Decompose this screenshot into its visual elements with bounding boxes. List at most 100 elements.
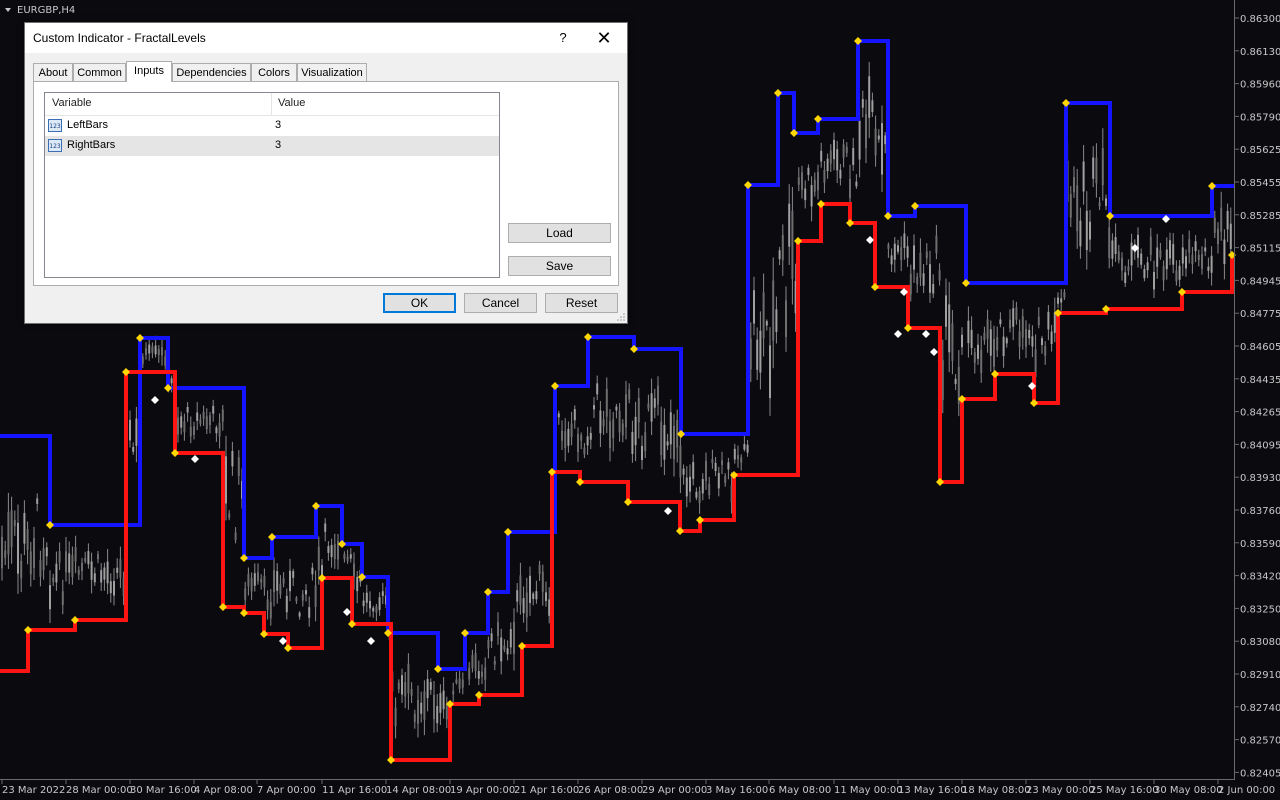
candle-body bbox=[877, 135, 880, 140]
candle-body bbox=[628, 389, 631, 400]
candle-body bbox=[212, 405, 215, 414]
fractal-marker bbox=[1062, 99, 1070, 107]
candle-body bbox=[913, 245, 915, 270]
save-button[interactable]: Save bbox=[508, 256, 611, 276]
variable-value[interactable]: 3 bbox=[275, 139, 281, 151]
candle-body bbox=[77, 569, 80, 575]
candle-body bbox=[756, 339, 759, 370]
table-row[interactable]: 123 LeftBars 3 bbox=[45, 116, 499, 136]
candle-body bbox=[17, 522, 19, 574]
candle-body bbox=[378, 597, 381, 610]
candle-body bbox=[919, 252, 922, 278]
candle-body bbox=[1069, 194, 1072, 218]
candle-body bbox=[852, 148, 855, 165]
fractal-marker bbox=[894, 330, 902, 338]
tab-colors[interactable]: Colors bbox=[251, 63, 297, 81]
candle-body bbox=[746, 444, 749, 453]
reset-button[interactable]: Reset bbox=[545, 293, 618, 313]
candle-body bbox=[996, 337, 999, 351]
fractal-marker bbox=[151, 396, 159, 404]
load-button[interactable]: Load bbox=[508, 223, 611, 243]
candle-body bbox=[452, 690, 455, 695]
fractal-marker bbox=[774, 89, 782, 97]
candle-body bbox=[477, 671, 480, 679]
help-icon[interactable]: ? bbox=[553, 27, 573, 49]
inputs-table[interactable]: Variable Value 123 LeftBars 3 123 RightB… bbox=[44, 92, 500, 278]
tab-dependencies[interactable]: Dependencies bbox=[172, 63, 251, 81]
candle-body bbox=[119, 559, 122, 578]
candle-body bbox=[177, 417, 179, 435]
candle-body bbox=[266, 599, 269, 610]
cancel-button[interactable]: Cancel bbox=[464, 293, 537, 313]
fractal-marker bbox=[164, 384, 172, 392]
candle-body bbox=[1185, 256, 1187, 269]
fractal-marker bbox=[461, 629, 469, 637]
candle-body bbox=[305, 590, 307, 595]
candle-body bbox=[29, 551, 32, 575]
candle-body bbox=[570, 423, 573, 438]
candle-body bbox=[49, 585, 51, 610]
candle-body bbox=[1015, 307, 1018, 320]
candle-body bbox=[938, 270, 941, 281]
candle-body bbox=[426, 679, 429, 699]
candle-body bbox=[269, 601, 272, 619]
table-row[interactable]: 123 RightBars 3 bbox=[45, 136, 499, 156]
candle-body bbox=[509, 629, 512, 648]
integer-icon: 123 bbox=[48, 119, 62, 132]
candle-body bbox=[423, 691, 426, 720]
candle-body bbox=[708, 483, 711, 496]
candle-body bbox=[1146, 262, 1149, 271]
candle-body bbox=[839, 169, 842, 179]
candle-body bbox=[218, 422, 221, 437]
candle-body bbox=[439, 693, 442, 713]
time-axis: 23 Mar 2022 28 Mar 00:0030 Mar 16:004 Apr… bbox=[1, 780, 1275, 796]
candle-body bbox=[842, 144, 845, 158]
candle-body bbox=[61, 591, 64, 605]
column-header-variable[interactable]: Variable bbox=[52, 97, 92, 109]
candle-body bbox=[1053, 312, 1056, 333]
fractal-marker bbox=[904, 324, 912, 332]
variable-name: RightBars bbox=[67, 139, 116, 151]
candle-body bbox=[273, 570, 275, 593]
candle-body bbox=[1188, 239, 1191, 253]
candle-body bbox=[724, 475, 727, 483]
candle-body bbox=[541, 571, 544, 592]
candle-body bbox=[116, 567, 119, 573]
candle-body bbox=[186, 406, 189, 413]
tab-common[interactable]: Common bbox=[73, 63, 126, 81]
ok-button[interactable]: OK bbox=[383, 293, 456, 313]
variable-value[interactable]: 3 bbox=[275, 119, 281, 131]
price-label: 0.83590 bbox=[1240, 539, 1280, 550]
fractal-marker bbox=[884, 212, 892, 220]
candle-body bbox=[196, 412, 199, 421]
candle-body bbox=[1031, 336, 1034, 347]
fractal-marker bbox=[936, 478, 944, 486]
candle-body bbox=[529, 575, 531, 604]
tab-about[interactable]: About bbox=[33, 63, 73, 81]
candle-body bbox=[189, 426, 192, 437]
candle-body bbox=[157, 348, 160, 356]
candle-body bbox=[343, 554, 346, 559]
candle-body bbox=[935, 235, 938, 253]
candle-body bbox=[1073, 177, 1075, 193]
candle-body bbox=[26, 529, 29, 550]
tab-visualization[interactable]: Visualization bbox=[297, 63, 367, 81]
candle-body bbox=[663, 424, 666, 460]
candle-body bbox=[231, 450, 234, 467]
price-label: 0.83420 bbox=[1240, 572, 1280, 583]
candle-body bbox=[615, 406, 618, 411]
close-icon[interactable]: ✕ bbox=[591, 26, 617, 50]
candle-body bbox=[225, 456, 227, 504]
candle-body bbox=[484, 667, 487, 680]
fractal-marker bbox=[664, 507, 672, 515]
column-header-value[interactable]: Value bbox=[278, 97, 305, 109]
tab-inputs[interactable]: Inputs bbox=[126, 61, 172, 82]
fractal-marker bbox=[1030, 399, 1038, 407]
column-separator[interactable] bbox=[271, 93, 272, 115]
candle-body bbox=[989, 329, 992, 356]
candle-body bbox=[1, 536, 3, 569]
price-label: 0.84265 bbox=[1240, 408, 1280, 419]
fractal-marker bbox=[676, 527, 684, 535]
candle-body bbox=[170, 378, 173, 384]
resize-grip-icon[interactable] bbox=[617, 313, 625, 321]
